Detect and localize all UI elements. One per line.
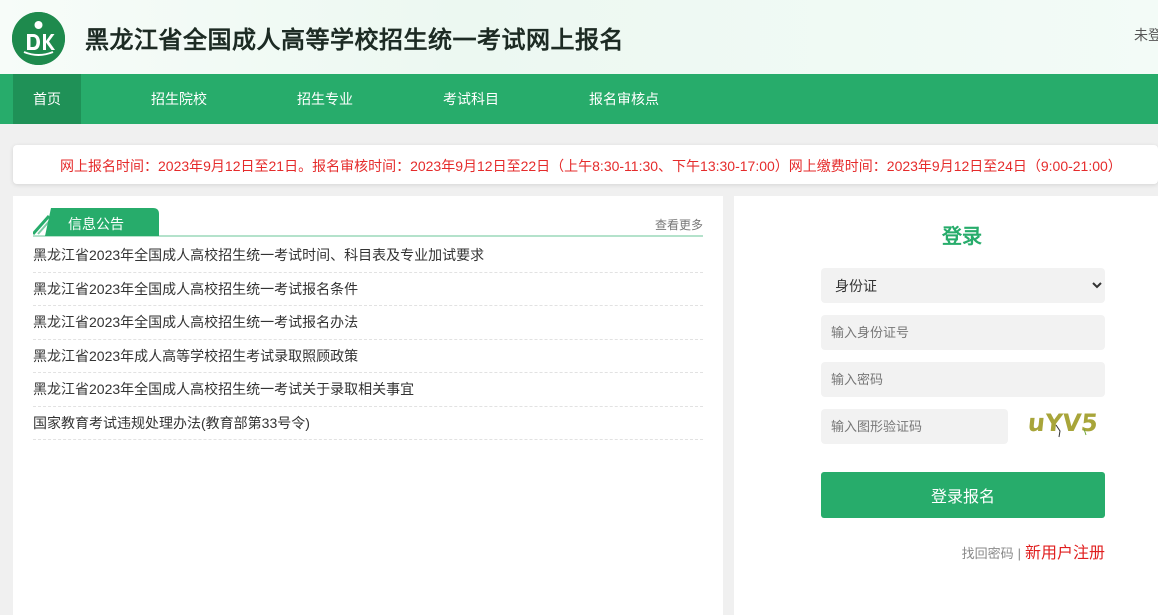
link-separator: | [1017, 546, 1021, 561]
notice-bar: 网上报名时间：2023年9月12日至21日。报名审核时间：2023年9月12日至… [13, 145, 1158, 184]
more-link[interactable]: 查看更多 [655, 216, 703, 233]
nav-item-home[interactable]: 首页 [13, 74, 81, 124]
login-title: 登录 [942, 226, 982, 248]
news-tab[interactable]: 信息公告 [33, 208, 159, 236]
login-status[interactable]: 未登 [1134, 25, 1158, 45]
id-number-input[interactable] [821, 315, 1105, 350]
news-item[interactable]: 黑龙江省2023年全国成人高校招生统一考试时间、科目表及专业加试要求 [33, 239, 703, 273]
news-panel: 信息公告 查看更多 黑龙江省2023年全国成人高校招生统一考试时间、科目表及专业… [13, 196, 723, 615]
account-links: 找回密码 | 新用户注册 [734, 539, 1105, 563]
main-nav: 首页 招生院校 招生专业 考试科目 报名审核点 [0, 74, 1158, 124]
news-divider [33, 235, 703, 237]
nav-item-majors[interactable]: 招生专业 [284, 74, 366, 124]
notice-text: 网上报名时间：2023年9月12日至21日。报名审核时间：2023年9月12日至… [60, 158, 1122, 174]
news-item[interactable]: 黑龙江省2023年全国成人高校招生统一考试关于录取相关事宜 [33, 373, 703, 407]
captcha-image[interactable]: uYV5 [1026, 407, 1099, 441]
password-input[interactable] [821, 362, 1105, 397]
forgot-password-link[interactable]: 找回密码 [962, 546, 1014, 561]
id-type-select[interactable]: 身份证 [821, 268, 1105, 303]
news-item[interactable]: 黑龙江省2023年成人高等学校招生考试录取照顾政策 [33, 340, 703, 373]
news-list: 黑龙江省2023年全国成人高校招生统一考试时间、科目表及专业加试要求 黑龙江省2… [33, 239, 703, 440]
nav-item-schools[interactable]: 招生院校 [138, 74, 220, 124]
nav-item-subjects[interactable]: 考试科目 [430, 74, 512, 124]
site-title: 黑龙江省全国成人高等学校招生统一考试网上报名 [85, 27, 624, 54]
news-item[interactable]: 国家教育考试违规处理办法(教育部第33号令) [33, 407, 703, 440]
news-tab-label: 信息公告 [68, 216, 124, 232]
news-item[interactable]: 黑龙江省2023年全国成人高校招生统一考试报名办法 [33, 306, 703, 340]
login-panel: 登录 身份证 uYV5 登录报名 找回密码| 新用户注册 [734, 196, 1158, 615]
nav-item-review-sites[interactable]: 报名审核点 [580, 74, 668, 124]
register-link[interactable]: 新用户注册 [1025, 545, 1105, 562]
site-header: 黑龙江省全国成人高等学校招生统一考试网上报名 未登 [0, 0, 1158, 74]
news-item[interactable]: 黑龙江省2023年全国成人高校招生统一考试报名条件 [33, 273, 703, 306]
login-submit-button[interactable]: 登录报名 [821, 472, 1105, 518]
logo-icon [12, 12, 65, 65]
captcha-noise [1055, 424, 1087, 438]
captcha-input[interactable] [821, 409, 1008, 444]
